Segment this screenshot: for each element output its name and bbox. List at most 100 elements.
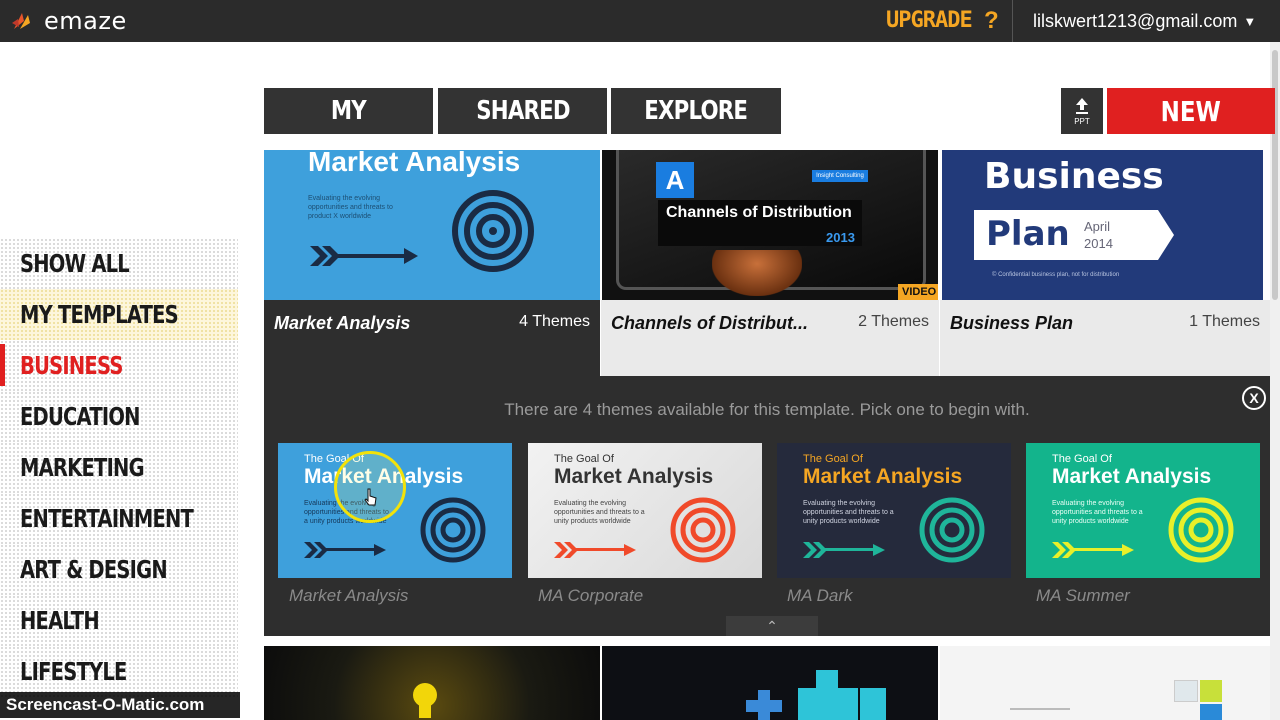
theme-subtitle: Evaluating the evolving opportunities an… (554, 500, 645, 525)
theme-subtitle: Evaluating the evolving opportunities an… (1052, 500, 1143, 525)
template-thumbnail-channels[interactable]: A Insight Consulting Channels of Distrib… (602, 150, 938, 300)
theme-kicker: The Goal Of (803, 453, 863, 465)
theme-option-ma-dark[interactable]: The Goal Of Market Analysis Evaluating t… (777, 443, 1011, 578)
emaze-dashboard: emaze UPGRADE ? lilskwert1213@gmail.com … (0, 0, 1280, 720)
sidebar-item-my-templates[interactable]: MY TEMPLATES (0, 289, 238, 340)
theme-name: MA Dark (787, 586, 853, 605)
thumbnail-year: 2013 (826, 230, 855, 245)
arrow-icon (803, 542, 885, 558)
theme-count: 1 Themes (1189, 313, 1260, 330)
template-title: Business Plan (950, 313, 1074, 333)
template-card-info-channels[interactable]: Channels of Distribut... 2 Themes (601, 300, 939, 376)
help-icon[interactable]: ? (984, 7, 999, 35)
thumbnail-title: Market Analysis (308, 150, 521, 177)
sidebar-item-label: EDUCATION (20, 402, 140, 431)
template-thumbnail-bottom-1[interactable] (264, 646, 600, 720)
template-card-info-business-plan[interactable]: Business Plan 1 Themes (940, 300, 1270, 376)
sidebar-item-label: ENTERTAINMENT (20, 504, 194, 533)
target-icon (420, 497, 486, 563)
theme-name: Market Analysis (289, 586, 409, 605)
theme-count: 2 Themes (858, 313, 929, 330)
sidebar-item-education[interactable]: EDUCATION (0, 391, 238, 442)
arrow-icon (554, 542, 636, 558)
template-card-info-market-analysis[interactable]: Market Analysis 4 Themes (264, 300, 600, 376)
theme-name: MA Corporate (538, 586, 644, 605)
cursor-pointer-icon (364, 488, 377, 506)
sidebar-item-label: HEALTH (20, 606, 100, 635)
image-tile (1200, 680, 1222, 702)
sidebar-item-health[interactable]: HEALTH (0, 595, 238, 646)
target-icon (670, 497, 736, 563)
thumbnail-title-line1: Business (984, 156, 1164, 197)
theme-name: MA Summer (1036, 586, 1130, 605)
tab-my[interactable]: MY (264, 88, 433, 134)
target-icon (452, 190, 534, 272)
theme-title: Market Analysis (554, 465, 714, 488)
user-menu[interactable]: lilskwert1213@gmail.com ▼ (1033, 11, 1256, 32)
new-presentation-button[interactable]: NEW (1107, 88, 1275, 134)
thumbnail-footer: © Confidential business plan, not for di… (992, 272, 1120, 278)
image-tile (1200, 704, 1222, 720)
tab-explore[interactable]: EXPLORE (611, 88, 781, 134)
theme-option-ma-corporate[interactable]: The Goal Of Market Analysis Evaluating t… (528, 443, 762, 578)
arrow-icon (310, 246, 418, 266)
sidebar-item-label: SHOW ALL (20, 249, 130, 278)
image-tile (1174, 680, 1198, 702)
sidebar-item-label: MARKETING (20, 453, 145, 482)
template-thumbnail-bottom-3[interactable] (940, 646, 1270, 720)
thumbnail-title-line2: Plan (986, 214, 1070, 254)
theme-kicker: The Goal Of (1052, 453, 1112, 465)
sidebar-item-art-design[interactable]: ART & DESIGN (0, 544, 238, 595)
top-bar: emaze UPGRADE ? lilskwert1213@gmail.com … (0, 0, 1280, 42)
template-thumbnail-bottom-2[interactable] (602, 646, 938, 720)
theme-title: Market Analysis (803, 465, 963, 488)
channel-badge: A (656, 162, 694, 198)
theme-kicker: The Goal Of (554, 453, 614, 465)
page-scrollbar[interactable] (1270, 42, 1280, 720)
target-icon (919, 497, 985, 563)
template-thumbnail-business-plan[interactable]: Business Plan April 2014 © Confidential … (942, 150, 1263, 300)
upload-ppt-button[interactable]: PPT (1061, 88, 1103, 134)
theme-option-ma-summer[interactable]: The Goal Of Market Analysis Evaluating t… (1026, 443, 1260, 578)
sidebar-item-label: BUSINESS (20, 351, 123, 380)
upgrade-link[interactable]: UPGRADE (886, 8, 973, 33)
thumbnail-tag: Insight Consulting (812, 170, 868, 182)
thumbnail-subtitle: Evaluating the evolving opportunities an… (308, 195, 393, 220)
sidebar-item-lifestyle[interactable]: LIFESTYLE (0, 646, 238, 697)
collapse-panel-button[interactable]: ⌃ (726, 616, 818, 636)
arrow-icon (304, 542, 386, 558)
hand-image (712, 250, 802, 296)
arrow-icon (1052, 542, 1134, 558)
sidebar-item-entertainment[interactable]: ENTERTAINMENT (0, 493, 238, 544)
theme-count: 4 Themes (519, 313, 590, 330)
emaze-logo[interactable]: emaze (10, 7, 127, 35)
thumbnail-title: Channels of Distribution (666, 204, 852, 221)
topbar-divider (1012, 0, 1013, 42)
text-line (1010, 708, 1070, 710)
video-badge: VIDEO (898, 284, 938, 300)
upload-icon (1076, 97, 1088, 114)
tab-shared[interactable]: SHARED (438, 88, 607, 134)
lightbulb-icon (413, 683, 437, 718)
theme-picker-message: There are 4 themes available for this te… (504, 400, 1030, 419)
sidebar-item-label: ART & DESIGN (20, 555, 168, 584)
sidebar-item-label: MY TEMPLATES (20, 300, 179, 329)
puzzle-blocks-icon (746, 670, 886, 720)
sidebar-item-show-all[interactable]: SHOW ALL (0, 238, 238, 289)
theme-option-market-analysis[interactable]: The Goal Of Market Analysis Evaluating t… (278, 443, 512, 578)
sidebar-item-label: LIFESTYLE (20, 657, 127, 686)
close-icon[interactable]: X (1242, 386, 1266, 410)
emaze-logo-icon (12, 13, 30, 29)
new-label: NEW (1160, 94, 1222, 128)
thumbnail-date: April 2014 (1084, 219, 1113, 251)
screencast-watermark: Screencast-O-Matic.com (0, 692, 240, 718)
category-sidebar: SHOW ALL MY TEMPLATES BUSINESS EDUCATION… (0, 238, 238, 697)
template-title: Market Analysis (274, 313, 411, 333)
sidebar-item-business[interactable]: BUSINESS (0, 340, 238, 391)
user-email: lilskwert1213@gmail.com (1033, 11, 1238, 31)
template-thumbnail-market-analysis[interactable]: Market Analysis Evaluating the evolving … (264, 150, 600, 300)
tab-my-label: MY (330, 96, 367, 126)
app-name: emaze (44, 7, 127, 35)
sidebar-item-marketing[interactable]: MARKETING (0, 442, 238, 493)
tab-shared-label: SHARED (475, 96, 570, 126)
